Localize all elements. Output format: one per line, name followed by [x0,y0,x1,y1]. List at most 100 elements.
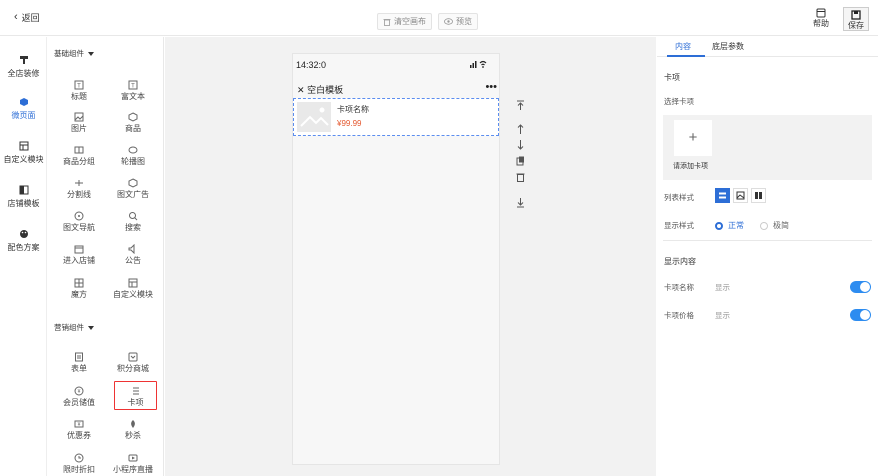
template-icon [19,185,28,195]
nav-store-template[interactable]: 店铺模板 [0,185,47,209]
comp-image[interactable]: 图片 [53,112,105,134]
comp-label: 限时折扣 [63,465,95,474]
tab-base-params[interactable]: 底层参数 [712,41,744,52]
comp-image-ad[interactable]: 图文广告 [107,178,159,200]
comp-points-mall[interactable]: 积分商城 [107,352,159,374]
comp-notice[interactable]: 公告 [107,244,159,266]
comp-rich-text[interactable]: T 富文本 [107,80,159,102]
copy-icon[interactable] [514,156,526,168]
comp-member-stored-value[interactable]: ¥ 会员储值 [53,386,105,408]
comp-product-group[interactable]: 商品分组 [53,145,105,167]
clear-canvas-label: 清空画布 [394,17,426,26]
nav-store-decoration[interactable]: 全店装修 [0,55,47,79]
comp-flash-sale[interactable]: 秒杀 [107,419,159,441]
list-style-image-icon[interactable] [733,188,748,203]
comp-label: 公告 [125,256,141,265]
more-icon[interactable]: ••• [485,81,497,93]
rich-text-icon: T [128,80,138,90]
help-button[interactable]: 帮助 [810,8,832,29]
nav-color-scheme[interactable]: 配色方案 [0,229,47,253]
speaker-icon [128,244,135,254]
comp-label: 积分商城 [117,364,149,373]
move-top-icon[interactable] [514,100,526,112]
trash-icon [383,18,391,26]
cube-icon [19,98,28,106]
grid-icon [74,278,84,288]
module-icon [128,278,138,288]
comp-enter-store[interactable]: 进入店铺 [53,244,105,266]
nav-label: 微页面 [11,111,36,120]
preview-button[interactable]: 预览 [438,13,478,30]
divider-icon [75,180,83,186]
comp-search[interactable]: 搜索 [107,211,159,233]
comp-mini-live[interactable]: 小程序直播 [107,453,159,475]
nav-micro-page[interactable]: 微页面 [0,97,47,121]
comp-coupon[interactable]: ¥ 优惠券 [53,419,105,441]
comp-label: 图片 [71,124,87,133]
save-button[interactable]: 保存 [843,7,869,31]
help-icon [816,8,826,18]
nav-label: 店铺模板 [7,199,40,208]
display-style-label: 显示样式 [664,221,694,230]
live-icon [128,454,138,462]
list-style-options [715,188,766,203]
comp-custom-module[interactable]: 自定义模块 [107,278,159,300]
comp-limited-discount[interactable]: 限时折扣 [53,453,105,475]
clear-canvas-button[interactable]: 清空画布 [377,13,432,30]
back-button[interactable]: ‹ 返回 [14,11,40,24]
chevron-left-icon: ‹ [14,11,18,23]
comp-product[interactable]: 商品 [107,112,159,134]
compass-icon [74,211,84,221]
left-nav: 全店装修 微页面 自定义模块 店铺模板 配色方案 [0,37,47,476]
display-normal-radio[interactable]: 正常 [715,220,744,231]
comp-label: 分割线 [67,190,91,199]
comp-carousel[interactable]: 轮播图 [107,145,159,167]
comp-label: 轮播图 [121,157,145,166]
caret-down-icon [88,325,94,330]
add-card-label: 请添加卡项 [673,163,708,170]
tab-content[interactable]: 内容 [675,41,691,52]
radio-label: 正常 [728,221,744,230]
comp-label: 卡项 [127,398,144,407]
comp-divider[interactable]: 分割线 [53,178,105,200]
move-bottom-icon[interactable] [514,198,526,210]
svg-text:T: T [131,84,135,90]
basic-components-header[interactable]: 基础组件 [54,48,94,59]
comp-card-item[interactable]: 卡项 [114,381,157,410]
list-style-grid-icon[interactable] [751,188,766,203]
comp-image-nav[interactable]: 图文导航 [53,211,105,233]
flame-icon [131,420,135,428]
card-price: ¥99.99 [337,119,362,128]
signal-wifi-icon [470,60,488,70]
settings-tabs: 内容 底层参数 [657,37,878,57]
card-item-block[interactable]: 卡项名称 ¥99.99 [293,98,499,136]
marketing-components-header[interactable]: 营销组件 [54,322,94,333]
nav-label: 全店装修 [7,69,40,78]
title-icon: T [74,80,84,90]
settings-panel: 内容 底层参数 卡项 选择卡项 + 请添加卡项 列表样式 显示样式 正常 极简 … [657,37,878,476]
move-up-icon[interactable] [514,124,526,136]
row-value-card-price: 显示 [715,311,730,320]
divider [663,240,872,241]
eye-icon [444,18,453,25]
toggle-card-name[interactable] [850,281,871,293]
display-minimal-radio[interactable]: 极简 [760,220,789,231]
comp-label: 商品分组 [63,157,95,166]
comp-title[interactable]: T 标题 [53,80,105,102]
move-down-icon[interactable] [514,140,526,152]
comp-form[interactable]: 表单 [53,352,105,374]
toggle-card-price[interactable] [850,309,871,321]
nav-label: 配色方案 [7,243,40,252]
image-placeholder-icon [300,107,329,127]
list-style-label: 列表样式 [664,193,694,202]
store-icon [74,245,84,254]
list-style-list-icon[interactable] [715,188,730,203]
add-card-button[interactable]: + [674,120,712,156]
section-title: 基础组件 [54,49,84,58]
nav-custom-module[interactable]: 自定义模块 [0,141,47,165]
row-label-card-name: 卡项名称 [664,283,694,292]
delete-icon[interactable] [514,172,526,184]
nav-label: 自定义模块 [3,155,44,164]
close-icon[interactable]: ✕ [297,85,305,95]
comp-cube[interactable]: 魔方 [53,278,105,300]
